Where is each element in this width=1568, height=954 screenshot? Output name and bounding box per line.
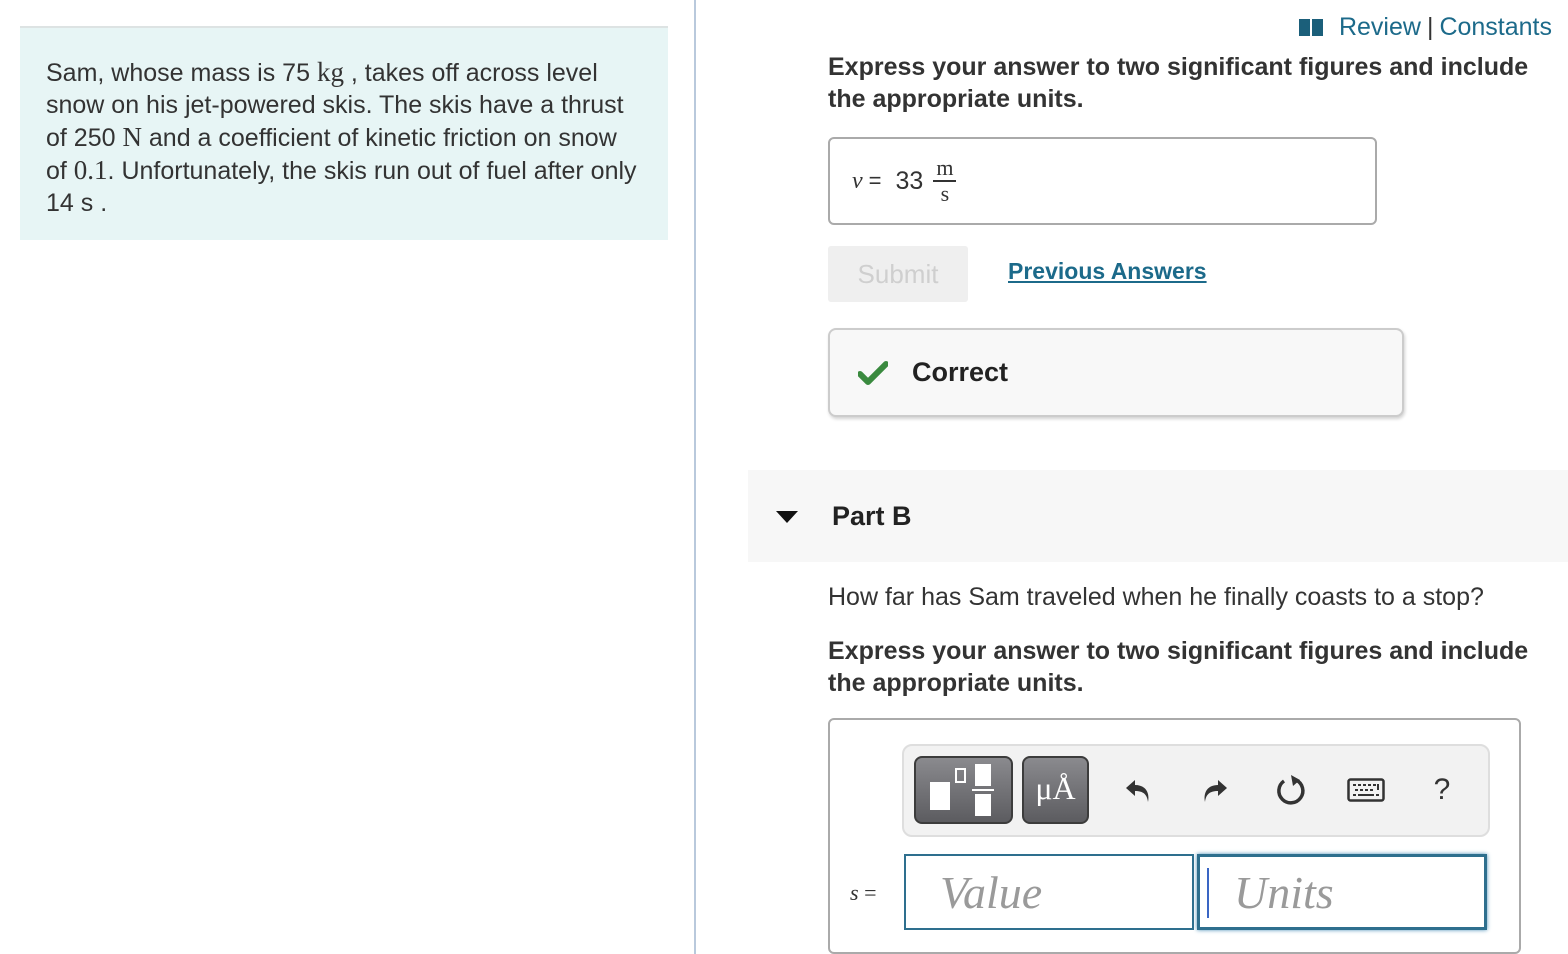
help-button[interactable]: ? [1422,768,1462,812]
feedback-status: Correct [912,357,1009,387]
answer-label: s = [850,880,876,906]
value-input[interactable] [904,854,1194,930]
keyboard-icon[interactable] [1346,768,1386,812]
problem-pane: Sam, whose mass is 75 kg , takes off acr… [0,0,695,954]
question-pane: Review | Constants Express your answer t… [696,0,1568,954]
constants-link[interactable]: Constants [1439,13,1552,42]
units-button[interactable]: μÅ [1022,756,1089,824]
part-b-question: How far has Sam traveled when he finally… [828,583,1484,611]
review-constants-links: Review | Constants [1298,13,1552,42]
math-toolbar: μÅ ? [902,744,1490,837]
review-link[interactable]: Review [1339,13,1421,42]
feedback-correct: Correct [828,328,1404,417]
answer-equals: = [868,168,882,193]
answer-unit: m s [933,156,957,206]
unit-denominator: s [940,181,950,206]
submit-button[interactable]: Submit [828,246,968,302]
part-b-instruction: Express your answer to two significant f… [828,637,1529,697]
part-a-answer-display: v = 33 m s [828,137,1377,225]
units-input[interactable] [1197,854,1487,930]
part-b-title: Part B [832,500,912,531]
templates-button[interactable] [914,756,1013,824]
units-icon: μÅ [1035,770,1076,806]
book-icon [1298,19,1323,36]
part-a-instruction: Express your answer to two significant f… [828,53,1529,113]
link-separator: | [1426,13,1434,41]
mass-unit: kg [316,57,344,87]
answer-value: 33 [895,166,924,195]
problem-statement: Sam, whose mass is 75 kg , takes off acr… [20,26,668,240]
check-icon [858,360,888,385]
problem-text-4: . Unfortunately, the skis run out of fue… [46,157,637,217]
previous-answers-link[interactable]: Previous Answers [1008,258,1207,285]
caret-down-icon[interactable] [776,511,798,523]
redo-icon[interactable] [1194,768,1234,812]
problem-text-1: Sam, whose mass is 75 [46,59,317,87]
unit-numerator: m [933,156,957,182]
answer-variable: s [850,880,859,905]
answer-equals: = [864,880,877,905]
answer-variable: v [852,167,863,194]
friction-coefficient: 0.1 [73,155,108,185]
force-unit: N [122,122,142,152]
part-b-answer-area: μÅ ? s = [828,718,1521,954]
part-b-header[interactable]: Part B [748,470,1568,562]
text-cursor [1207,868,1209,918]
undo-icon[interactable] [1119,768,1159,812]
reset-icon[interactable] [1271,768,1311,812]
